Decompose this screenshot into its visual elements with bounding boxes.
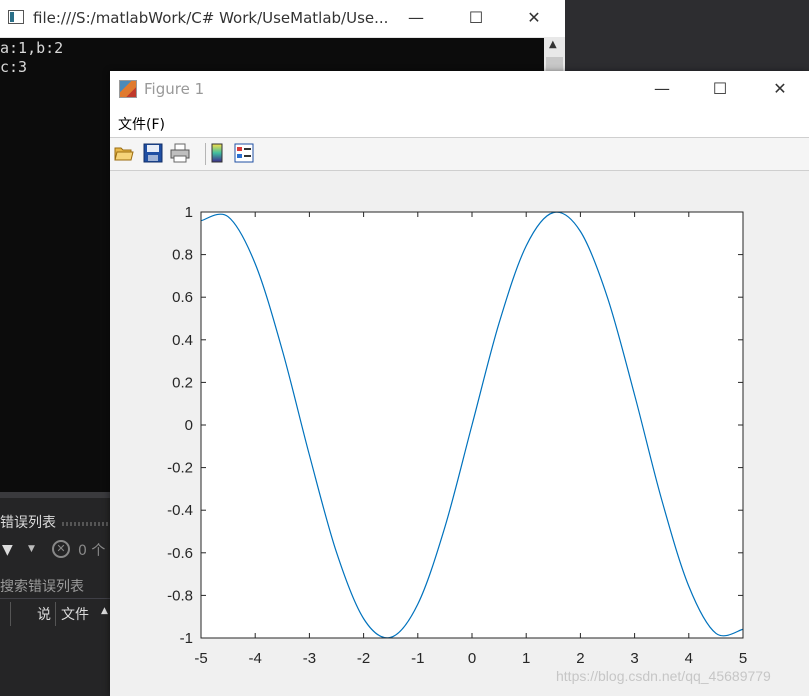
console-scrollbar[interactable]: ▲ <box>544 37 565 73</box>
print-icon[interactable] <box>170 143 190 163</box>
column-header-icon[interactable] <box>0 602 11 626</box>
figure-close-button[interactable]: ✕ <box>770 79 790 98</box>
console-maximize-button[interactable]: ☐ <box>466 8 486 27</box>
legend-icon[interactable] <box>234 143 254 163</box>
x-tick-label: -5 <box>194 650 207 667</box>
error-list-header: 错误列表 <box>0 512 110 536</box>
error-icon[interactable]: ✕ <box>52 540 70 558</box>
y-tick-label: -0.8 <box>167 587 193 604</box>
open-file-icon[interactable] <box>114 143 134 163</box>
filter-icon[interactable]: ▼ <box>2 542 13 558</box>
divider <box>0 598 110 599</box>
console-output: a:1,b:2 c:3 <box>0 39 63 77</box>
error-search-input[interactable]: 搜索错误列表 <box>0 576 84 596</box>
figure-maximize-button[interactable]: ☐ <box>710 79 730 98</box>
x-tick-label: 2 <box>576 650 584 667</box>
console-minimize-button[interactable]: — <box>406 8 426 27</box>
chevron-down-icon[interactable]: ▼ <box>28 544 35 554</box>
x-tick-label: 4 <box>685 650 693 667</box>
column-header-description[interactable]: 说 <box>37 604 51 624</box>
y-tick-label: 0.4 <box>172 332 193 349</box>
sine-chart[interactable]: -5 -4 -3 -2 -1 0 1 2 3 4 5 1 0.8 0.6 0.4 0.2 0 -0.2 -0.4 -0… <box>110 171 809 696</box>
y-tick-label: -0.2 <box>167 460 193 477</box>
x-tick-label: 1 <box>522 650 530 667</box>
column-divider[interactable] <box>55 602 56 626</box>
column-header-file[interactable]: 文件 <box>61 604 89 624</box>
error-list-toolbar: ▼ ▼ ✕ 0 个 <box>0 540 110 564</box>
error-list-panel: 错误列表 ▼ ▼ ✕ 0 个 搜索错误列表 说 文件 ▲ <box>0 492 110 696</box>
y-tick-label: 0.8 <box>172 247 193 264</box>
x-tick-label: 3 <box>630 650 638 667</box>
y-tick-label: 0.6 <box>172 289 193 306</box>
drag-grip[interactable] <box>62 522 110 526</box>
matlab-icon <box>119 80 137 98</box>
figure-window: Figure 1 — ☐ ✕ 文件(F) -5 -4 -3 -2 -1 0 1 … <box>110 71 809 696</box>
console-line: c:3 <box>0 58 28 76</box>
sort-ascending-icon: ▲ <box>101 606 108 616</box>
y-tick-label: 0 <box>185 417 193 434</box>
panel-splitter[interactable] <box>0 492 110 498</box>
error-list-columns: 说 文件 ▲ <box>0 602 110 626</box>
figure-minimize-button[interactable]: — <box>652 79 672 98</box>
console-app-icon <box>8 10 24 24</box>
y-tick-label: 0.2 <box>172 374 193 391</box>
figure-toolbar <box>110 138 809 171</box>
x-tick-label: 0 <box>468 650 476 667</box>
menu-file[interactable]: 文件(F) <box>118 114 165 134</box>
console-line: a:1,b:2 <box>0 39 64 57</box>
figure-menubar: 文件(F) <box>110 108 809 138</box>
x-tick-label: -1 <box>411 650 424 667</box>
watermark: https://blog.csdn.net/qq_45689779 <box>556 668 771 684</box>
error-list-title: 错误列表 <box>0 515 56 531</box>
y-tick-label: 1 <box>185 204 193 221</box>
error-count[interactable]: 0 个 <box>78 540 105 560</box>
figure-titlebar[interactable]: Figure 1 — ☐ ✕ <box>110 71 809 108</box>
console-titlebar[interactable]: file:///S:/matlabWork/C# Work/UseMatlab/… <box>0 0 565 38</box>
figure-title: Figure 1 <box>144 80 205 98</box>
y-tick-label: -0.6 <box>167 545 193 562</box>
console-title: file:///S:/matlabWork/C# Work/UseMatlab/… <box>33 9 389 27</box>
x-tick-label: -2 <box>357 650 370 667</box>
plot-area[interactable]: -5 -4 -3 -2 -1 0 1 2 3 4 5 1 0.8 0.6 0.4 0.2 0 -0.2 -0.4 -0… <box>110 171 809 696</box>
toolbar-separator <box>205 143 206 165</box>
x-tick-label: 5 <box>739 650 747 667</box>
x-tick-label: -3 <box>303 650 316 667</box>
y-tick-label: -0.4 <box>167 502 193 519</box>
y-tick-label: -1 <box>180 630 193 647</box>
x-tick-label: -4 <box>249 650 262 667</box>
colorbar-icon[interactable] <box>207 143 227 163</box>
save-icon[interactable] <box>143 143 163 163</box>
scroll-up-icon[interactable]: ▲ <box>549 39 557 50</box>
console-close-button[interactable]: ✕ <box>524 8 544 27</box>
